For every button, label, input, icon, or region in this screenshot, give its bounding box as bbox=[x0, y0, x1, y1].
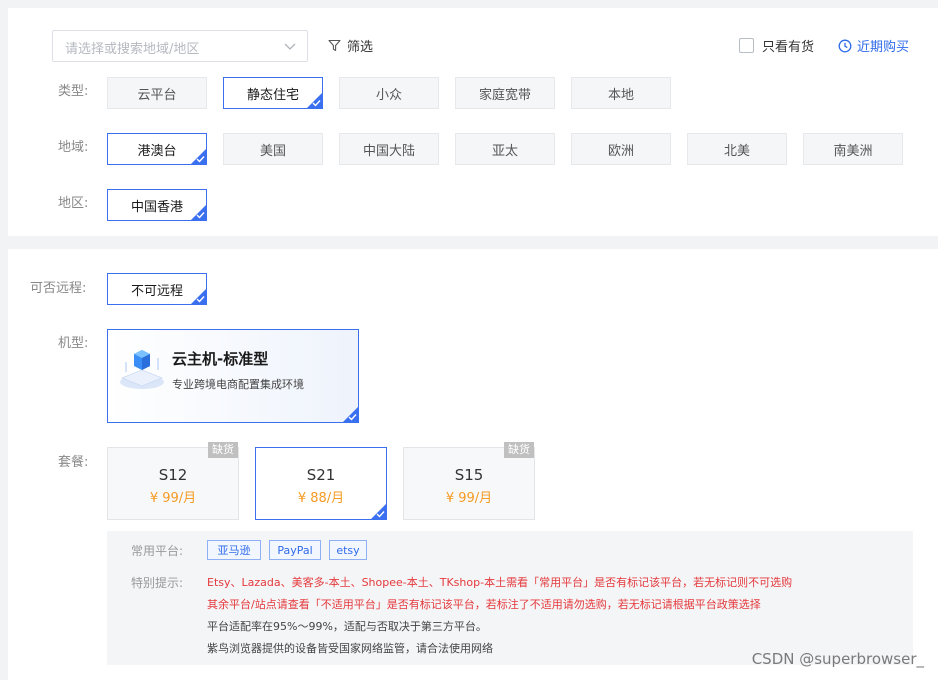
plan-price: ¥ 99/月 bbox=[149, 491, 197, 506]
domain-option-apac[interactable]: 亚太 bbox=[455, 133, 555, 165]
model-title: 云主机-标准型 bbox=[172, 350, 269, 368]
check-icon bbox=[196, 212, 205, 219]
model-row-label: 机型: bbox=[58, 336, 89, 351]
recent-purchase-link[interactable]: 近期购买 bbox=[838, 36, 909, 55]
filter-button[interactable]: 筛选 bbox=[328, 36, 373, 55]
model-card-cloud-standard[interactable]: 云主机-标准型 专业跨境电商配置集成环境 bbox=[107, 329, 359, 423]
recent-purchase-label: 近期购买 bbox=[857, 40, 910, 55]
in-stock-toggle[interactable]: 只看有货 bbox=[739, 36, 814, 55]
notice-line-3: 平台适配率在95%～99%，适配与否取决于第三方平台。 bbox=[207, 620, 487, 633]
remote-option-no-remote[interactable]: 不可远程 bbox=[107, 273, 207, 305]
plan-card-s15[interactable]: 缺货 S15 ¥ 99/月 bbox=[403, 442, 535, 520]
plan-row-label: 套餐: bbox=[58, 455, 89, 470]
region-search-select[interactable]: 请选择或搜索地域/地区 bbox=[52, 30, 308, 62]
model-description: 专业跨境电商配置集成环境 bbox=[172, 378, 304, 391]
platform-tag-amazon: 亚马逊 bbox=[207, 540, 261, 560]
watermark: CSDN @superbrowser_ bbox=[751, 650, 924, 668]
in-stock-checkbox[interactable] bbox=[739, 38, 754, 53]
check-icon bbox=[196, 296, 205, 303]
domain-option-europe[interactable]: 欧洲 bbox=[571, 133, 671, 165]
region-row-label: 地区: bbox=[58, 196, 89, 211]
type-option-local[interactable]: 本地 bbox=[571, 77, 671, 109]
filter-icon bbox=[328, 39, 341, 52]
domain-option-hk-mo-tw[interactable]: 港澳台 bbox=[107, 133, 207, 165]
cloud-server-icon bbox=[120, 350, 164, 389]
platform-tag-etsy: etsy bbox=[329, 540, 367, 560]
region-option-hong-kong[interactable]: 中国香港 bbox=[107, 189, 207, 221]
chevron-down-icon bbox=[284, 43, 296, 50]
type-option-home-broadband[interactable]: 家庭宽带 bbox=[455, 77, 555, 109]
plan-price: ¥ 88/月 bbox=[297, 491, 345, 506]
notice-line-4: 紫鸟浏览器提供的设备皆受国家网络监管，请合法使用网络 bbox=[207, 642, 493, 655]
type-option-cloud[interactable]: 云平台 bbox=[107, 77, 207, 109]
remote-row-label: 可否远程: bbox=[30, 281, 87, 296]
clock-icon bbox=[838, 39, 852, 52]
platform-tag-paypal: PayPal bbox=[269, 540, 321, 560]
check-icon bbox=[348, 414, 357, 421]
domain-option-north-america[interactable]: 北美 bbox=[687, 133, 787, 165]
plan-card-s12[interactable]: 缺货 S12 ¥ 99/月 bbox=[107, 442, 239, 520]
type-row-label: 类型: bbox=[58, 84, 89, 99]
check-icon bbox=[376, 511, 385, 518]
plan-card-s21[interactable]: S21 ¥ 88/月 bbox=[255, 447, 387, 520]
type-option-niche[interactable]: 小众 bbox=[339, 77, 439, 109]
domain-row-label: 地域: bbox=[58, 140, 89, 155]
out-of-stock-badge: 缺货 bbox=[504, 442, 534, 458]
search-placeholder: 请选择或搜索地域/地区 bbox=[65, 42, 200, 57]
type-option-static-residential[interactable]: 静态住宅 bbox=[223, 77, 323, 109]
plan-info-box: 常用平台: 亚马逊 PayPal etsy 特别提示: Etsy、Lazada、… bbox=[107, 531, 913, 665]
check-icon bbox=[312, 100, 321, 107]
domain-option-mainland[interactable]: 中国大陆 bbox=[339, 133, 439, 165]
notice-line-1: Etsy、Lazada、美客多-本土、Shopee-本土、TKshop-本土需看… bbox=[207, 576, 793, 589]
plan-name: S15 bbox=[454, 466, 484, 484]
domain-option-south-america[interactable]: 南美洲 bbox=[803, 133, 903, 165]
plan-name: S21 bbox=[306, 466, 336, 484]
in-stock-label: 只看有货 bbox=[762, 40, 815, 55]
domain-option-usa[interactable]: 美国 bbox=[223, 133, 323, 165]
check-icon bbox=[196, 156, 205, 163]
filter-label: 筛选 bbox=[347, 40, 374, 55]
platforms-label: 常用平台: bbox=[131, 544, 184, 558]
plan-price: ¥ 99/月 bbox=[445, 491, 493, 506]
plan-name: S12 bbox=[158, 466, 188, 484]
notice-line-2: 其余平台/站点请查看「不适用平台」是否有标记该平台，若标注了不适用请勿选购，若无… bbox=[207, 598, 761, 611]
out-of-stock-badge: 缺货 bbox=[208, 442, 238, 458]
notice-label: 特别提示: bbox=[131, 576, 184, 590]
